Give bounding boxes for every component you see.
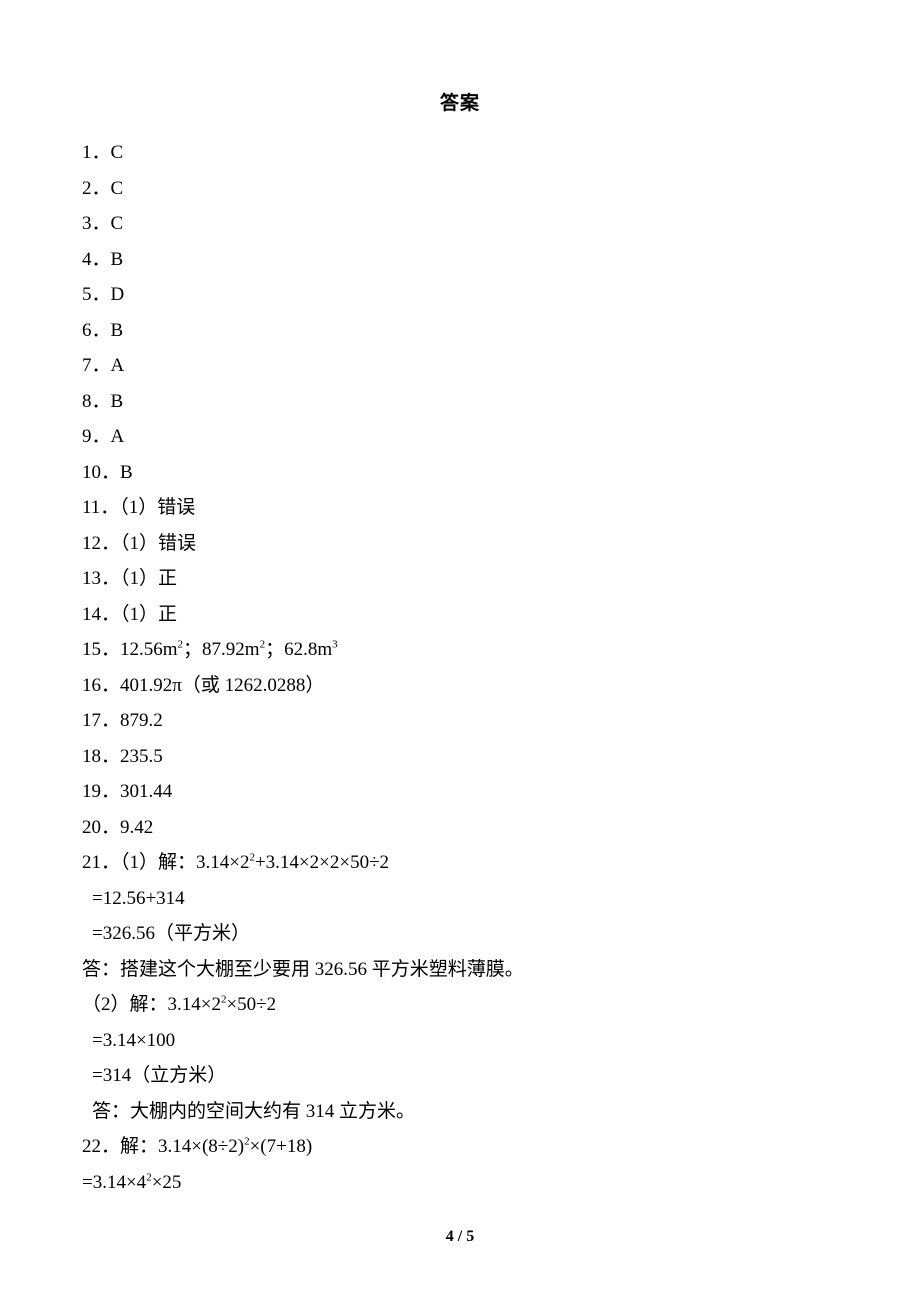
answer-line: 15．12.56m2；87.92m2；62.8m3 xyxy=(82,640,838,659)
answer-line: 11．（1）错误 xyxy=(82,498,838,517)
answer-line: 6．B xyxy=(82,321,838,340)
answer-line: 答：大棚内的空间大约有 314 立方米。 xyxy=(82,1102,838,1121)
answer-line: =12.56+314 xyxy=(82,889,838,908)
answer-content: 1．C 2．C 3．C 4．B 5．D 6．B 7．A 8．B 9．A 10．B 11．（1）错误 1… xyxy=(82,143,838,1192)
page-footer: 4 / 5 xyxy=(0,1228,920,1246)
answer-line: 9．A xyxy=(82,427,838,446)
answer-line: =3.14×100 xyxy=(82,1031,838,1050)
answer-line: 13．（1）正 xyxy=(82,569,838,588)
answer-line: 12．（1）错误 xyxy=(82,534,838,553)
document-page: 答案 1．C 2．C 3．C 4．B 5．D 6．B 7．A 8．B 9．A 10．B 11．（1）… xyxy=(0,0,920,1302)
answer-line: 16．401.92π（或 1262.0288） xyxy=(82,676,838,695)
answer-line: 5．D xyxy=(82,285,838,304)
page-title: 答案 xyxy=(82,88,838,115)
answer-line: 14．（1）正 xyxy=(82,605,838,624)
answer-line: 18．235.5 xyxy=(82,747,838,766)
answer-line: 4．B xyxy=(82,250,838,269)
answer-line: 22．解：3.14×(8÷2)2×(7+18) xyxy=(82,1137,838,1156)
answer-line: 17．879.2 xyxy=(82,711,838,730)
answer-line: 3．C xyxy=(82,214,838,233)
answer-line: 20．9.42 xyxy=(82,818,838,837)
answer-line: 7．A xyxy=(82,356,838,375)
answer-line: （2）解：3.14×22×50÷2 xyxy=(82,995,838,1014)
answer-line: 8．B xyxy=(82,392,838,411)
answer-line: 21．（1）解：3.14×22+3.14×2×2×50÷2 xyxy=(82,853,838,872)
answer-line: 10．B xyxy=(82,463,838,482)
answer-line: 19．301.44 xyxy=(82,782,838,801)
answer-line: 答：搭建这个大棚至少要用 326.56 平方米塑料薄膜。 xyxy=(82,960,838,979)
answer-line: =314（立方米） xyxy=(82,1066,838,1085)
answer-line: 2．C xyxy=(82,179,838,198)
answer-line: =326.56（平方米） xyxy=(82,924,838,943)
answer-line: 1．C xyxy=(82,143,838,162)
answer-line: =3.14×42×25 xyxy=(82,1173,838,1192)
